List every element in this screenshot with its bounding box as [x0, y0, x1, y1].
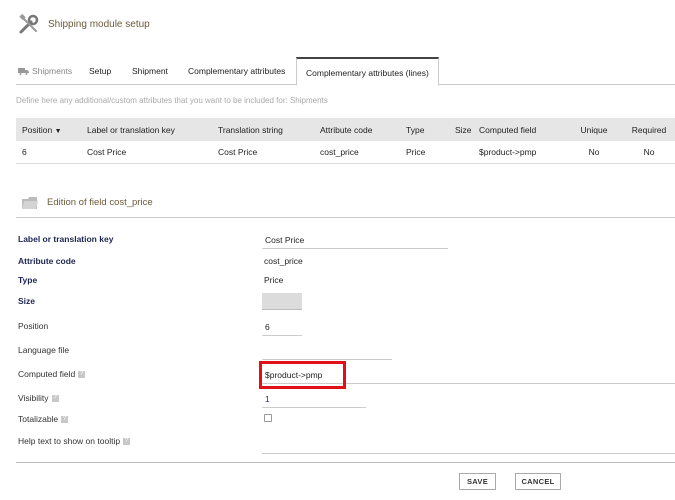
field-row-computed: Computed field ?: [16, 361, 675, 389]
info-icon[interactable]: ?: [78, 370, 86, 378]
field-row-totalizable: Totalizable ?: [16, 410, 675, 430]
field-row-language-file: Language file: [16, 341, 675, 361]
tab-setup[interactable]: Setup: [89, 57, 111, 85]
cell-attr-code: cost_price: [314, 141, 400, 164]
attributes-table: Position ▼ Label or translation key Tran…: [16, 118, 675, 164]
cell-type: Price: [400, 141, 449, 164]
cell-unique: No: [565, 141, 623, 164]
col-type[interactable]: Type: [400, 118, 449, 141]
form-divider: [16, 462, 675, 463]
col-required[interactable]: Required: [623, 118, 675, 141]
info-icon[interactable]: ?: [123, 437, 131, 445]
cell-computed: $product->pmp: [473, 141, 565, 164]
col-attr-code[interactable]: Attribute code: [314, 118, 400, 141]
page-title: Shipping module setup: [48, 18, 150, 30]
computed-field-label: Computed field ?: [18, 369, 86, 379]
position-label: Position: [18, 321, 49, 331]
cell-label: Cost Price: [81, 141, 212, 164]
tab-shipments-label: Shipments: [32, 66, 73, 76]
type-value: Price: [264, 275, 284, 285]
visibility-input[interactable]: [262, 390, 366, 408]
col-size[interactable]: Size: [449, 118, 473, 141]
totalizable-label: Totalizable ?: [18, 414, 69, 424]
sort-down-icon: ▼: [54, 127, 62, 135]
type-label: Type: [18, 275, 38, 285]
col-translation[interactable]: Translation string: [212, 118, 314, 141]
cell-size: [449, 141, 473, 164]
tools-icon: [19, 13, 39, 34]
define-description: Define here any additional/custom attrib…: [16, 96, 328, 105]
field-row-visibility: Visibility ?: [16, 389, 675, 409]
table-header-row: Position ▼ Label or translation key Tran…: [16, 118, 675, 141]
col-computed[interactable]: Computed field: [473, 118, 565, 141]
size-label: Size: [18, 296, 36, 306]
save-button[interactable]: SAVE: [459, 473, 496, 490]
page-header: Shipping module setup: [18, 12, 150, 36]
help-text-input[interactable]: [262, 436, 675, 454]
col-unique[interactable]: Unique: [565, 118, 623, 141]
visibility-label: Visibility ?: [18, 393, 59, 403]
field-row-help-text: Help text to show on tooltip ?: [16, 432, 675, 454]
help-text-label: Help text to show on tooltip ?: [18, 436, 131, 446]
cell-translation: Cost Price: [212, 141, 314, 164]
info-icon[interactable]: ?: [51, 394, 59, 402]
language-file-input[interactable]: [262, 342, 392, 360]
folder-icon: [22, 196, 38, 209]
highlight-box: [259, 361, 346, 389]
edition-title: Edition of field cost_price: [47, 197, 153, 208]
tab-complementary-attributes[interactable]: Complementary attributes: [188, 57, 285, 85]
cancel-button[interactable]: CANCEL: [515, 473, 561, 490]
field-row-label-key: Label or translation key: [16, 230, 675, 250]
position-input[interactable]: [262, 318, 302, 336]
cell-position: 6: [16, 141, 81, 164]
attr-code-label: Attribute code: [18, 256, 76, 266]
label-key-label: Label or translation key: [18, 234, 114, 244]
totalizable-checkbox[interactable]: [264, 414, 272, 422]
field-row-type: Type Price: [16, 271, 675, 291]
language-file-label: Language file: [18, 345, 70, 355]
field-row-position: Position: [16, 317, 675, 337]
cell-required: No: [623, 141, 675, 164]
tab-shipment[interactable]: Shipment: [132, 57, 168, 85]
tab-complementary-attributes-lines[interactable]: Complementary attributes (lines): [296, 57, 439, 86]
table-row[interactable]: 6 Cost Price Cost Price cost_price Price…: [16, 141, 675, 164]
info-icon[interactable]: ?: [61, 415, 69, 423]
col-position[interactable]: Position ▼: [16, 118, 81, 141]
field-row-size: Size: [16, 292, 675, 312]
col-label[interactable]: Label or translation key: [81, 118, 212, 141]
tab-shipments[interactable]: Shipments: [18, 57, 72, 85]
label-key-input[interactable]: [262, 231, 448, 249]
truck-icon: [18, 68, 29, 75]
edition-header: Edition of field cost_price: [16, 188, 675, 218]
field-row-attr-code: Attribute code cost_price: [16, 252, 675, 272]
tab-bar: Shipments Setup Shipment Complementary a…: [16, 57, 675, 86]
size-input[interactable]: [262, 293, 302, 310]
attr-code-value: cost_price: [264, 256, 303, 266]
